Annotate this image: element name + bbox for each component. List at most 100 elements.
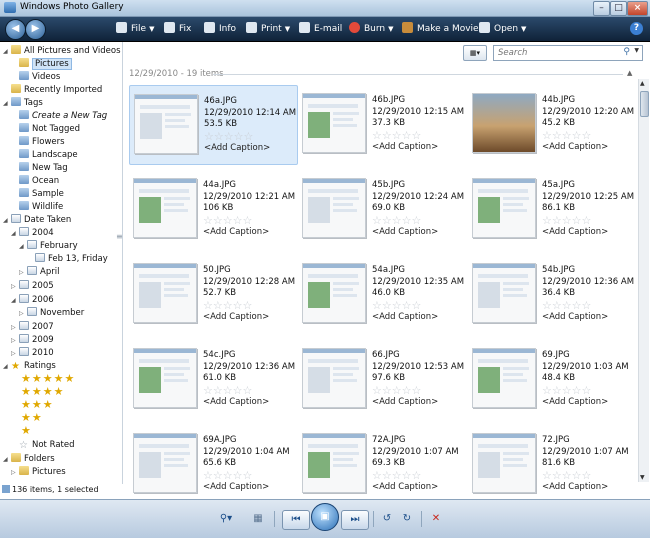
help-icon[interactable]: ? xyxy=(630,22,643,35)
photo-thumbnail[interactable] xyxy=(302,93,366,153)
rotate-left-button[interactable]: ↺ xyxy=(379,510,395,528)
nav-year-2009[interactable]: ▷ 2009 xyxy=(11,334,54,346)
photo-rating[interactable]: ☆☆☆☆☆ xyxy=(203,299,295,312)
photo-caption[interactable]: <Add Caption> xyxy=(542,312,634,324)
vertical-scrollbar[interactable]: ▲ ▼ xyxy=(638,79,649,482)
photo-rating[interactable]: ☆☆☆☆☆ xyxy=(542,469,629,482)
make-movie-button[interactable]: Make a Movie xyxy=(402,22,479,36)
nav-tag-landscape[interactable]: Landscape xyxy=(19,149,78,161)
rating-1-star[interactable]: ★ xyxy=(21,425,32,437)
photo-rating[interactable]: ☆☆☆☆☆ xyxy=(542,214,634,227)
scrollbar-thumb[interactable] xyxy=(640,91,649,117)
photo-caption[interactable]: <Add Caption> xyxy=(372,397,464,409)
photo-rating[interactable]: ☆☆☆☆☆ xyxy=(542,129,634,142)
actual-size-button[interactable]: ▦ xyxy=(250,510,266,528)
email-button[interactable]: E-mail xyxy=(299,22,342,36)
photo-thumbnail[interactable] xyxy=(302,178,366,238)
photo-caption[interactable]: <Add Caption> xyxy=(542,142,634,154)
nav-not-rated[interactable]: ☆ Not Rated xyxy=(19,439,74,451)
file-menu[interactable]: File ▼ xyxy=(116,22,154,36)
open-menu[interactable]: Open ▼ xyxy=(479,22,526,36)
back-button[interactable]: ◀ xyxy=(5,19,26,40)
photo-caption[interactable]: <Add Caption> xyxy=(203,397,295,409)
nav-month-april[interactable]: ▷ April xyxy=(19,266,59,278)
rating-2-stars[interactable]: ★★ xyxy=(21,412,43,424)
photo-rating[interactable]: ☆☆☆☆☆ xyxy=(372,214,464,227)
photo-rating[interactable]: ☆☆☆☆☆ xyxy=(372,469,459,482)
search-icon[interactable]: ⚲ xyxy=(623,47,630,57)
nav-tag-new-tag[interactable]: New Tag xyxy=(19,162,68,174)
photo-tile[interactable]: 44a.JPG 12/29/2010 12:21 AM 106 KB ☆☆☆☆☆ <Ad… xyxy=(129,170,296,248)
nav-year-2010[interactable]: ▷ 2010 xyxy=(11,347,54,359)
maximize-button[interactable]: □ xyxy=(610,1,627,16)
photo-thumbnail[interactable] xyxy=(133,348,197,408)
photo-tile[interactable]: 46a.JPG 12/29/2010 12:14 AM 53.5 KB ☆☆☆☆☆ <A… xyxy=(129,85,298,165)
photo-tile[interactable]: 54c.JPG 12/29/2010 12:36 AM 61.0 KB ☆☆☆☆☆ <A… xyxy=(129,340,296,418)
photo-thumbnail[interactable] xyxy=(472,93,536,153)
nav-create-tag[interactable]: Create a New Tag xyxy=(19,110,107,122)
nav-pictures[interactable]: Pictures xyxy=(19,58,72,70)
info-button[interactable]: Info xyxy=(204,22,236,36)
photo-tile[interactable]: 69.JPG 12/29/2010 1:03 AM 48.4 KB ☆☆☆☆☆ <Add… xyxy=(468,340,635,418)
nav-month-november[interactable]: ▷ November xyxy=(19,307,84,319)
photo-thumbnail[interactable] xyxy=(133,433,197,493)
photo-thumbnail[interactable] xyxy=(133,263,197,323)
photo-rating[interactable]: ☆☆☆☆☆ xyxy=(372,129,464,142)
photo-rating[interactable]: ☆☆☆☆☆ xyxy=(372,384,464,397)
nav-year-2005[interactable]: ▷ 2005 xyxy=(11,280,54,292)
nav-tag-flowers[interactable]: Flowers xyxy=(19,136,65,148)
photo-tile[interactable]: 66.JPG 12/29/2010 12:53 AM 97.6 KB ☆☆☆☆☆ <Ad… xyxy=(298,340,465,418)
nav-ratings[interactable]: ◢ ★ Ratings xyxy=(3,360,56,372)
rating-4-stars[interactable]: ★★★★ xyxy=(21,386,64,398)
nav-year-2006[interactable]: ◢ 2006 xyxy=(11,294,54,306)
photo-thumbnail[interactable] xyxy=(472,178,536,238)
photo-caption[interactable]: <Add Caption> xyxy=(542,227,634,239)
nav-tag-wildlife[interactable]: Wildlife xyxy=(19,201,63,213)
photo-tile[interactable]: 44b.JPG 12/29/2010 12:20 AM 45.2 KB ☆☆☆☆☆ <A… xyxy=(468,85,635,163)
photo-thumbnail[interactable] xyxy=(472,348,536,408)
slideshow-button[interactable]: ▣ xyxy=(311,503,339,531)
group-header[interactable]: 12/29/2010 - 19 items xyxy=(129,69,224,79)
photo-rating[interactable]: ☆☆☆☆☆ xyxy=(203,214,295,227)
nav-tag-sample[interactable]: Sample xyxy=(19,188,64,200)
minimize-button[interactable]: – xyxy=(593,1,610,16)
zoom-button[interactable]: ⚲▾ xyxy=(213,510,239,528)
photo-tile[interactable]: 72A.JPG 12/29/2010 1:07 AM 69.3 KB ☆☆☆☆☆ <Ad… xyxy=(298,425,465,503)
nav-year-2004[interactable]: ◢ 2004 xyxy=(11,227,54,239)
photo-rating[interactable]: ☆☆☆☆☆ xyxy=(203,384,295,397)
photo-tile[interactable]: 45b.JPG 12/29/2010 12:24 AM 69.0 KB ☆☆☆☆☆ <A… xyxy=(298,170,465,248)
photo-caption[interactable]: <Add Caption> xyxy=(204,143,296,155)
photo-tile[interactable]: 54b.JPG 12/29/2010 12:36 AM 36.4 KB ☆☆☆☆☆ <A… xyxy=(468,255,635,333)
collapse-group-icon[interactable]: ▲ xyxy=(627,69,632,77)
nav-tags[interactable]: ◢ Tags xyxy=(3,97,43,109)
rating-5-stars[interactable]: ★★★★★ xyxy=(21,373,75,385)
rotate-right-button[interactable]: ↻ xyxy=(399,510,415,528)
photo-caption[interactable]: <Add Caption> xyxy=(542,482,629,494)
photo-tile[interactable]: 50.JPG 12/29/2010 12:28 AM 52.7 KB ☆☆☆☆☆ <Ad… xyxy=(129,255,296,333)
nav-folder-pictures[interactable]: ▷ Pictures xyxy=(11,466,66,478)
photo-caption[interactable]: <Add Caption> xyxy=(203,312,295,324)
next-button[interactable]: ⏭ xyxy=(341,510,369,530)
scroll-down-icon[interactable]: ▼ xyxy=(640,474,645,481)
photo-tile[interactable]: 72.JPG 12/29/2010 1:07 AM 81.6 KB ☆☆☆☆☆ <Add… xyxy=(468,425,635,503)
search-box[interactable]: ⚲ ▼ xyxy=(493,45,643,61)
photo-caption[interactable]: <Add Caption> xyxy=(372,142,464,154)
photo-thumbnail[interactable] xyxy=(302,263,366,323)
photo-tile[interactable]: 46b.JPG 12/29/2010 12:15 AM 37.3 KB ☆☆☆☆☆ <A… xyxy=(298,85,465,163)
nav-date-taken[interactable]: ◢ Date Taken xyxy=(3,214,71,226)
rating-3-stars[interactable]: ★★★ xyxy=(21,399,54,411)
previous-button[interactable]: ⏮ xyxy=(282,510,310,530)
nav-all-pictures[interactable]: ◢ All Pictures and Videos xyxy=(3,45,121,57)
nav-tag-ocean[interactable]: Ocean xyxy=(19,175,59,187)
pane-splitter-grip[interactable]: ≡ xyxy=(116,232,123,241)
photo-rating[interactable]: ☆☆☆☆☆ xyxy=(372,299,464,312)
photo-caption[interactable]: <Add Caption> xyxy=(372,227,464,239)
photo-caption[interactable]: <Add Caption> xyxy=(203,482,290,494)
photo-caption[interactable]: <Add Caption> xyxy=(542,397,629,409)
burn-menu[interactable]: Burn ▼ xyxy=(349,22,394,36)
photo-caption[interactable]: <Add Caption> xyxy=(372,482,459,494)
photo-caption[interactable]: <Add Caption> xyxy=(203,227,295,239)
photo-tile[interactable]: 45a.JPG 12/29/2010 12:25 AM 86.1 KB ☆☆☆☆☆ <A… xyxy=(468,170,635,248)
nav-recently-imported[interactable]: Recently Imported xyxy=(11,84,102,96)
photo-rating[interactable]: ☆☆☆☆☆ xyxy=(542,299,634,312)
